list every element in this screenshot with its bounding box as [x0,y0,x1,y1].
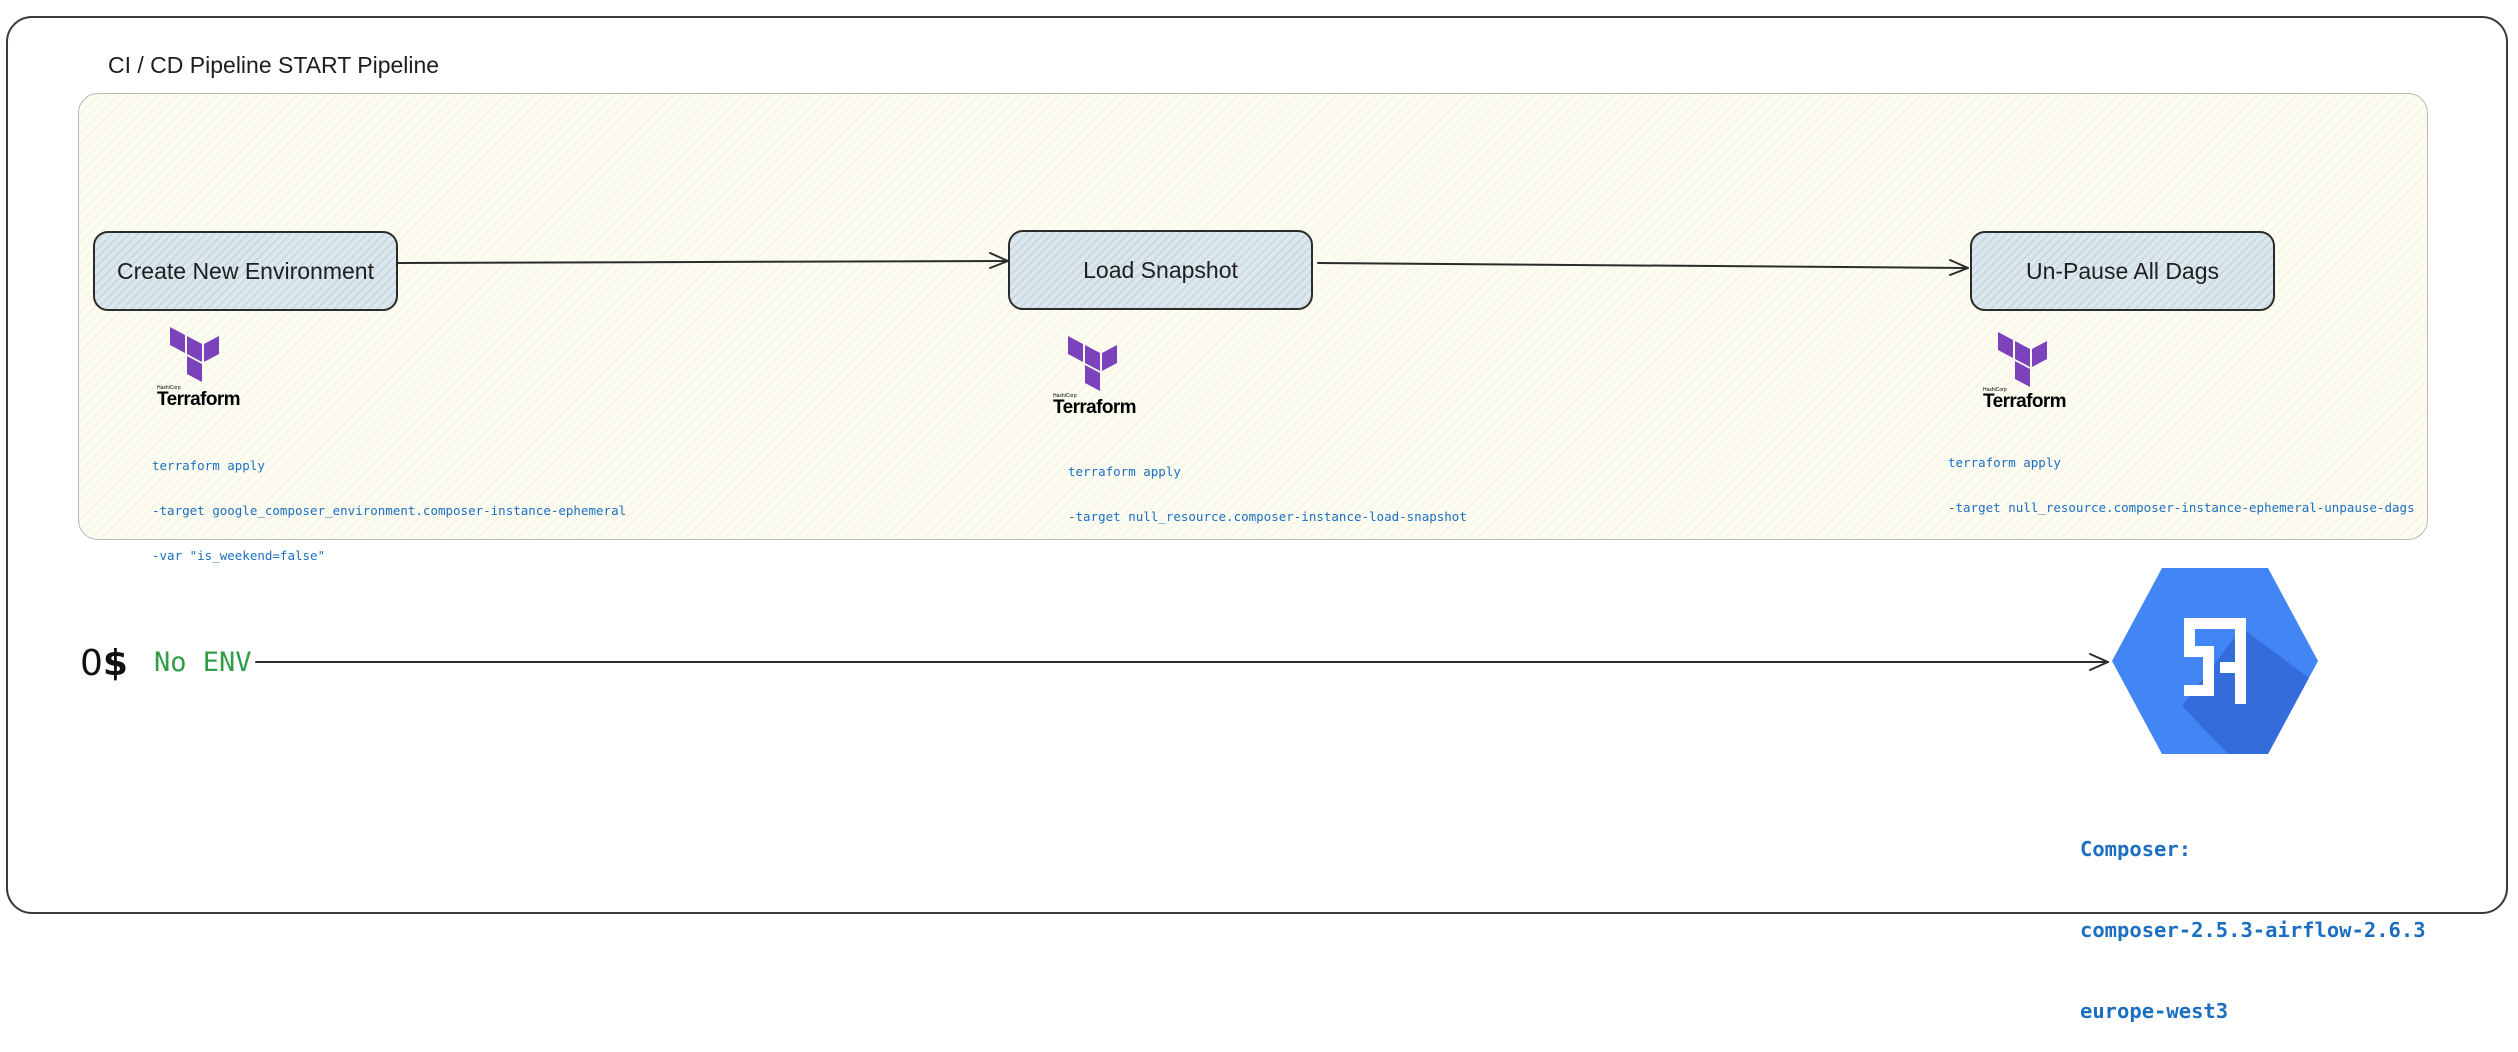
command-line: -target null_resource.composer-instance-… [1068,509,1467,524]
terraform-wordmark: Terraform [1983,391,2067,412]
dollar-icon: $ [102,643,128,684]
step-label: Un-Pause All Dags [2025,257,2220,284]
command-load-snapshot: terraform apply -target null_resource.co… [1068,434,1467,539]
command-line: -target google_composer_environment.comp… [152,503,627,518]
arrow-step2-to-step3 [1317,262,1969,269]
step-create-new-environment: Create New Environment [93,231,398,311]
composer-line: europe-west3 [2080,999,2229,1023]
command-unpause-dags: terraform apply -target null_resource.co… [1948,425,2415,530]
step-load-snapshot: Load Snapshot [1008,230,1313,310]
terraform-logo-icon [1068,336,1117,391]
composer-label: Composer: composer-2.5.3-airflow-2.6.3 e… [2080,782,2426,1052]
command-line: terraform apply [1948,455,2061,470]
terraform-wordmark: Terraform [157,389,241,410]
arrow-step1-to-step2 [397,260,1009,264]
command-line: -var "is_weekend=false" [152,548,326,563]
step-label: Load Snapshot [1083,256,1238,283]
terraform-wordmark: Terraform [1053,397,1137,418]
composer-line: Composer: [2080,837,2192,861]
command-line: terraform apply [1068,464,1181,479]
command-create-environment: terraform apply -target google_composer_… [152,428,626,578]
terraform-logo-icon [1998,332,2047,387]
no-env-label: No ENV [154,647,252,678]
composer-logo-icon [2112,568,2318,754]
composer-line: composer-2.5.3-airflow-2.6.3 [2080,918,2426,942]
command-line: -target null_resource.composer-instance-… [1948,500,2415,515]
step-unpause-all-dags: Un-Pause All Dags [1970,231,2275,311]
step-label: Create New Environment [117,257,374,284]
command-line: terraform apply [152,458,265,473]
cost-amount: 0 [80,643,103,684]
cost-indicator: 0$ [80,643,128,684]
